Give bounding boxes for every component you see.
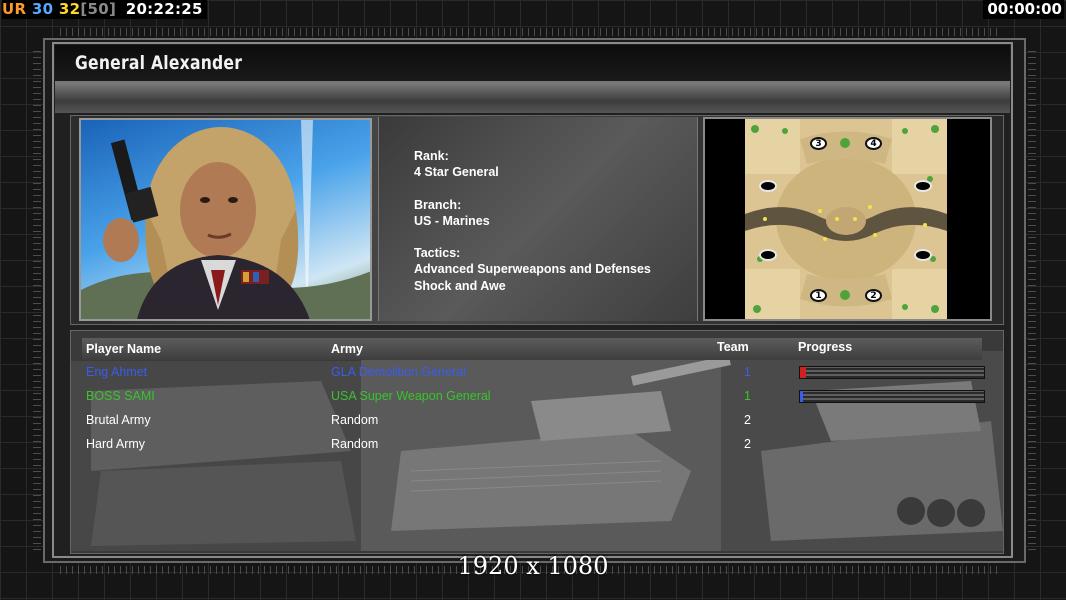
start-position-1[interactable]: 1 [810, 289, 827, 302]
general-details-panel: Rank: 4 Star General Branch: US - Marine… [378, 117, 698, 321]
branch-block: Branch: US - Marines [414, 197, 651, 230]
map-preview[interactable]: 3 4 1 2 [745, 119, 947, 319]
header-player-name: Player Name [86, 342, 162, 356]
player-name-cell: Hard Army [86, 437, 146, 451]
game-timer: 00:00:00 [983, 0, 1064, 19]
branch-value: US - Marines [414, 213, 490, 228]
player-name-cell: Eng Ahmet [86, 365, 148, 379]
header-team: Team [717, 340, 749, 354]
general-portrait [79, 118, 372, 321]
team-cell: 1 [744, 365, 751, 379]
hud-value-a: 30 [31, 0, 54, 18]
army-cell: Random [331, 413, 379, 427]
left-tick-strip [33, 50, 41, 550]
rank-label: Rank: [414, 149, 449, 163]
table-row: Brutal Army Random 2 [86, 413, 986, 429]
top-tick-strip [60, 28, 1000, 36]
player-table-header: Player Name Army Team Progress [82, 338, 982, 360]
army-cell: Random [331, 437, 379, 451]
player-progress-bar [799, 390, 985, 403]
hud-value-b: 32 [58, 0, 81, 18]
map-terrain [745, 119, 947, 319]
general-title: General Alexander [75, 52, 243, 74]
hud-bar: UR 30 32[50] 20:22:25 00:00:00 [0, 0, 1066, 20]
supply-dock-icon [759, 249, 777, 261]
table-row: Hard Army Random 2 [86, 437, 986, 453]
tactics-value-1: Advanced Superweapons and Defenses [414, 262, 651, 277]
player-name-cell: Brutal Army [86, 413, 151, 427]
portrait-image [81, 120, 370, 319]
hud-value-c: [50] [80, 0, 117, 18]
sub-bar [55, 83, 1010, 113]
start-position-2[interactable]: 2 [865, 289, 882, 302]
team-cell: 1 [744, 389, 751, 403]
resolution-label: 1920 x 1080 [457, 552, 609, 580]
progress-fill [800, 367, 806, 378]
tactics-label: Tactics: [414, 246, 461, 261]
hud-clock: 20:22:25 [125, 0, 203, 18]
player-name-cell: BOSS SAMI [86, 389, 155, 403]
hud-stats: UR 30 32[50] 20:22:25 [2, 0, 207, 19]
army-cell: USA Super Weapon General [331, 389, 491, 403]
army-cell: GLA Demolition General [331, 365, 466, 379]
supply-dock-icon [914, 180, 932, 192]
rank-value: 4 Star General [414, 165, 499, 180]
supply-dock-icon [914, 249, 932, 261]
team-cell: 2 [744, 413, 751, 427]
start-position-3[interactable]: 3 [810, 137, 827, 150]
branch-label: Branch: [414, 197, 462, 212]
hud-ur-label: UR [2, 0, 27, 18]
title-bar: General Alexander [55, 45, 1010, 83]
progress-fill [800, 391, 803, 402]
rank-block: Rank: 4 Star General [414, 148, 651, 181]
tactics-block: Tactics: Advanced Superweapons and Defen… [414, 245, 651, 294]
player-progress-bar [799, 366, 985, 379]
right-tick-strip [1028, 50, 1036, 550]
tactics-value-2: Shock and Awe [414, 278, 506, 293]
supply-dock-icon [759, 180, 777, 192]
start-position-4[interactable]: 4 [865, 137, 882, 150]
team-cell: 2 [744, 437, 751, 451]
header-army: Army [331, 342, 363, 356]
header-progress: Progress [798, 340, 853, 354]
general-details: Rank: 4 Star General Branch: US - Marine… [414, 148, 651, 310]
